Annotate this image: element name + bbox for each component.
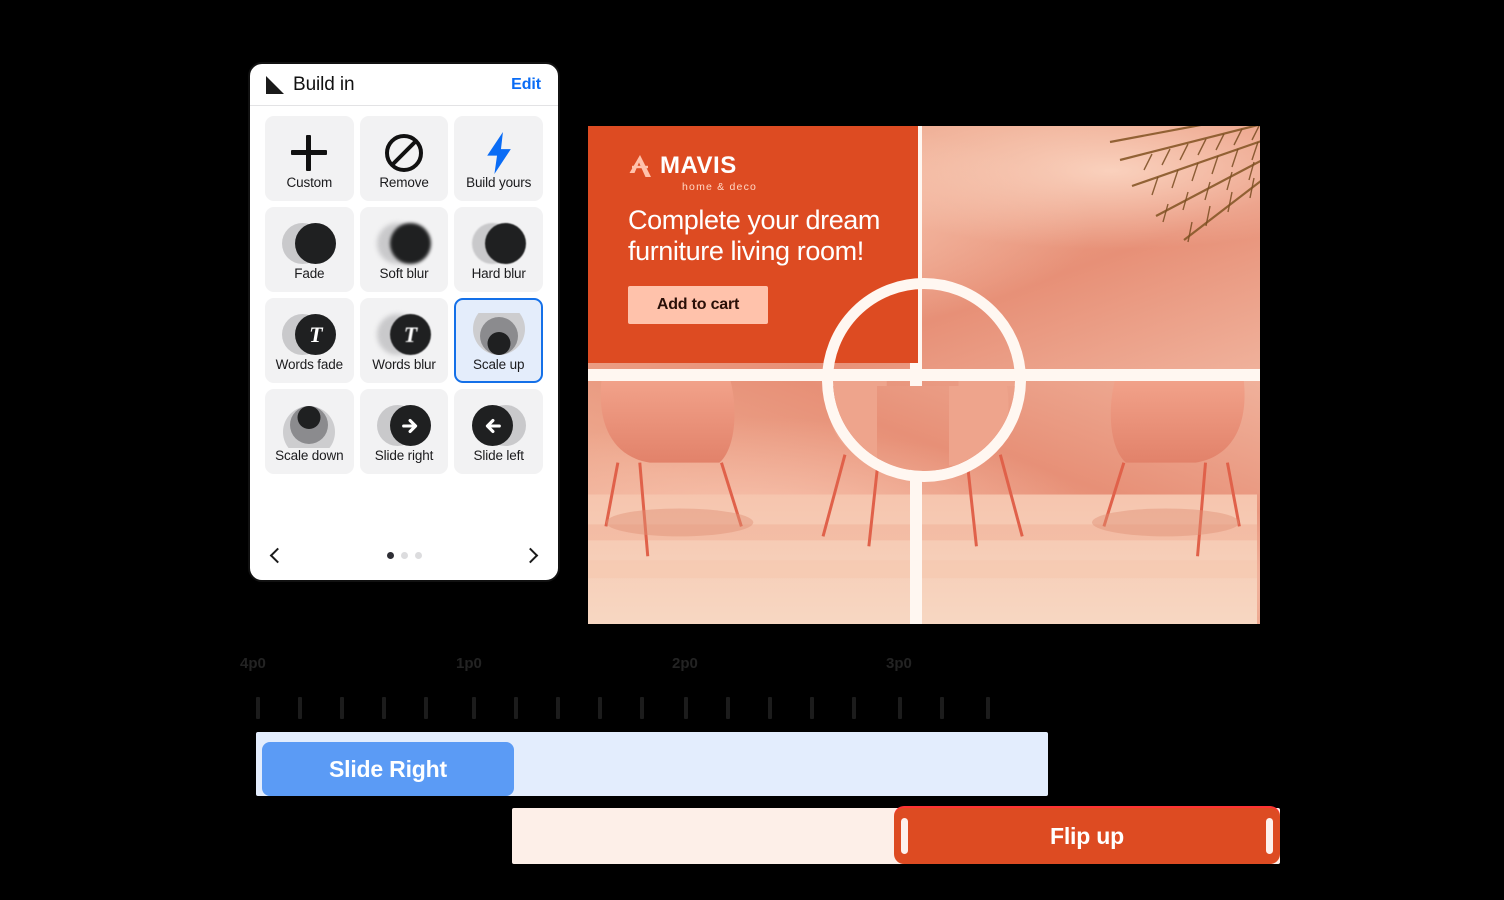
add-to-cart-button[interactable]: Add to cart — [628, 285, 768, 324]
ruler-label: 3p0 — [886, 655, 912, 672]
edit-button[interactable]: Edit — [511, 76, 541, 94]
ruler-label: 4p0 — [240, 655, 266, 672]
circular-lens-overlay — [822, 278, 1026, 482]
effects-grid: Custom Remove Build yours Fade Soft blur… — [250, 106, 558, 530]
arrow-right-circle-icon — [376, 403, 432, 449]
effects-row: Custom Remove Build yours — [265, 116, 544, 201]
effect-label: Hard blur — [471, 266, 526, 281]
ruler-label: 2p0 — [672, 655, 698, 672]
effect-words-fade[interactable]: T Words fade — [265, 298, 354, 383]
effect-soft-blur[interactable]: Soft blur — [359, 207, 449, 292]
effect-label: Slide left — [473, 448, 524, 463]
pagination-dot[interactable] — [386, 551, 394, 559]
effect-label: Custom — [286, 175, 333, 190]
effect-slide-right[interactable]: Slide right — [359, 389, 449, 474]
flip-up-clip-label: Flip up — [1050, 822, 1124, 849]
effect-label: Words blur — [372, 357, 436, 372]
two-circles-icon — [281, 221, 337, 267]
effect-hard-blur[interactable]: Hard blur — [454, 207, 544, 292]
text-circle-blur-icon: T — [376, 312, 432, 358]
effect-label: Soft blur — [379, 266, 429, 281]
effect-label: Scale down — [275, 448, 344, 463]
panel-title: Build in — [293, 73, 355, 95]
chevron-left-icon[interactable] — [269, 547, 286, 563]
plus-icon — [281, 130, 337, 176]
mavis-a-logo-icon — [629, 155, 651, 177]
effect-words-blur[interactable]: T Words blur — [359, 298, 449, 383]
pagination-dot[interactable] — [414, 551, 422, 559]
brand-logo: MAVIS — [628, 152, 918, 180]
effects-row: Scale down Slide right Slide left — [265, 389, 544, 474]
arrow-left-circle-icon — [471, 403, 527, 449]
brand-tagline: home & deco — [682, 181, 758, 193]
effect-remove[interactable]: Remove — [359, 116, 449, 201]
timeline-ruler[interactable]: 4p0 1p0 2p0 3p0 — [0, 640, 1504, 730]
effect-fade[interactable]: Fade — [265, 207, 354, 292]
chevron-right-icon[interactable] — [522, 547, 539, 563]
preview-canvas[interactable]: MAVIS home & deco Complete your dream fu… — [588, 126, 1260, 624]
effect-label: Words fade — [275, 357, 343, 372]
pagination-dot[interactable] — [400, 551, 408, 559]
text-circle-icon: T — [281, 312, 337, 358]
brand-name: MAVIS — [660, 152, 737, 179]
effect-scale-up[interactable]: Scale up — [454, 298, 544, 383]
app-root: Build in Edit Custom Remove Build yours … — [0, 0, 1504, 900]
promo-headline: Complete your dream furniture living roo… — [628, 205, 881, 267]
effects-row: Fade Soft blur Hard blur — [265, 207, 544, 292]
panel-header: Build in Edit — [250, 64, 558, 106]
effect-build-yours[interactable]: Build yours — [454, 116, 544, 201]
palm-fronds-icon — [1109, 126, 1260, 243]
clip-handle-right[interactable] — [1266, 818, 1273, 854]
effect-label: Scale up — [473, 357, 525, 372]
panel-header-left: Build in — [266, 73, 355, 96]
effects-row: T Words fade T Words blur Scale up — [265, 298, 544, 383]
canvas-content: MAVIS home & deco Complete your dream fu… — [588, 126, 1260, 624]
effect-scale-down[interactable]: Scale down — [265, 389, 354, 474]
timeline: 4p0 1p0 2p0 3p0 Slide Right Flip up — [0, 640, 1504, 900]
ruler-label: 1p0 — [456, 655, 482, 672]
clip-handle-left[interactable] — [901, 818, 908, 854]
two-circles-hard-blur-icon — [471, 221, 527, 267]
effect-slide-left[interactable]: Slide left — [454, 389, 544, 474]
effect-label: Slide right — [374, 448, 434, 463]
effect-label: Build yours — [466, 175, 532, 190]
triangle-collapse-icon[interactable] — [266, 75, 284, 94]
two-circles-blur-icon — [376, 221, 432, 267]
scale-down-icon — [281, 403, 337, 449]
scale-up-icon — [471, 312, 527, 358]
effect-custom[interactable]: Custom — [265, 116, 354, 201]
lightning-bolt-icon — [471, 130, 527, 176]
build-in-panel: Build in Edit Custom Remove Build yours … — [248, 62, 560, 582]
lens-content — [833, 289, 1015, 471]
no-entry-icon — [376, 130, 432, 176]
effect-label: Remove — [379, 175, 429, 190]
flip-up-clip[interactable]: Flip up — [894, 806, 1280, 864]
panel-pagination — [250, 530, 558, 580]
effect-label: Fade — [294, 266, 325, 281]
pagination-dots — [386, 551, 422, 559]
slide-right-clip[interactable]: Slide Right — [262, 742, 514, 796]
